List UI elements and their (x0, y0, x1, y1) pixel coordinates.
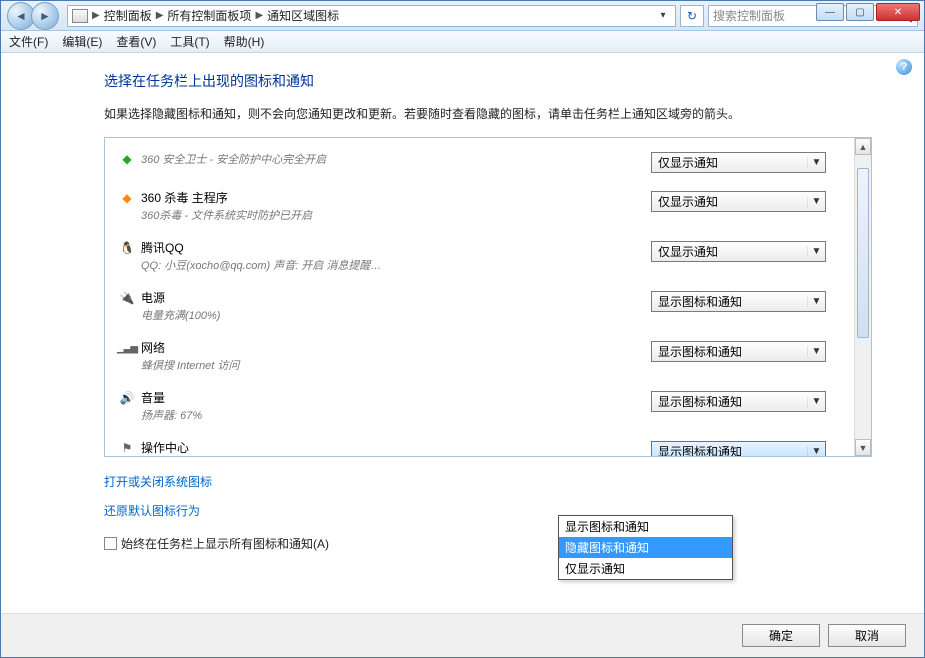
item-subtitle: 360 安全卫士 - 安全防护中心完全开启 (141, 151, 391, 167)
control-panel-icon (72, 9, 88, 23)
links-section: 打开或关闭系统图标 还原默认图标行为 (104, 473, 872, 531)
list-item: ⚑操作中心解决 PC 问题 1 条重要消息 总共 2 条消息显示图标和通知▼ (113, 433, 851, 456)
dropdown-option[interactable]: 隐藏图标和通知 (559, 537, 732, 558)
address-dropdown-icon[interactable]: ▾ (655, 10, 671, 21)
address-wrap: ▶ 控制面板 ▶ 所有控制面板项 ▶ 通知区域图标 ▾ ↻ 搜索控制面板 🔍 (67, 5, 918, 27)
breadcrumb-item[interactable]: 控制面板 (104, 7, 152, 24)
behavior-combo[interactable]: 显示图标和通知 ▼ (651, 391, 826, 412)
menu-view[interactable]: 查看(V) (116, 33, 156, 50)
close-button[interactable]: ✕ (876, 3, 920, 21)
plug-icon: 🔌 (119, 290, 135, 306)
window-controls: — ▢ ✕ (816, 3, 920, 21)
icon-list-frame: ◆360 安全卫士 - 安全防护中心完全开启仅显示通知▼◆360 杀毒 主程序3… (104, 137, 872, 457)
minimize-button[interactable]: — (816, 3, 844, 21)
menu-tools[interactable]: 工具(T) (170, 33, 209, 50)
combo-value: 仅显示通知 (658, 154, 718, 171)
item-title: 电源 (141, 289, 651, 306)
scroll-up-button[interactable]: ▲ (855, 138, 871, 155)
menu-file[interactable]: 文件(F) (9, 33, 48, 50)
dropdown-option[interactable]: 仅显示通知 (559, 558, 732, 579)
qq-icon: 🐧 (119, 240, 135, 256)
chevron-right-icon: ▶ (156, 10, 164, 21)
content-area: ? 选择在任务栏上出现的图标和通知 如果选择隐藏图标和通知，则不会向您通知更改和… (1, 53, 924, 613)
dropdown-option[interactable]: 显示图标和通知 (559, 516, 732, 537)
always-show-row: 始终在任务栏上显示所有图标和通知(A) (104, 535, 872, 552)
item-title: 网络 (141, 339, 651, 356)
item-subtitle: 蜂倶搜 Internet 访问 (141, 357, 391, 373)
menu-help[interactable]: 帮助(H) (224, 33, 265, 50)
list-item: ▁▃▅ 网络蜂倶搜 Internet 访问 显示图标和通知 ▼ (113, 333, 851, 383)
cancel-button[interactable]: 取消 (828, 624, 906, 647)
address-bar[interactable]: ▶ 控制面板 ▶ 所有控制面板项 ▶ 通知区域图标 ▾ (67, 5, 676, 27)
bars-icon: ▁▃▅ (119, 340, 135, 356)
chevron-right-icon: ▶ (92, 10, 100, 21)
item-title: 音量 (141, 389, 651, 406)
combo-value: 显示图标和通知 (658, 443, 742, 456)
chevron-down-icon: ▼ (807, 296, 825, 307)
nav-back-forward: ◄ ► (7, 2, 59, 30)
combo-value: 显示图标和通知 (658, 293, 742, 310)
always-show-checkbox[interactable] (104, 537, 117, 550)
combo-value: 仅显示通知 (658, 243, 718, 260)
refresh-button[interactable]: ↻ (680, 5, 704, 27)
titlebar: ◄ ► ▶ 控制面板 ▶ 所有控制面板项 ▶ 通知区域图标 ▾ ↻ 搜索控制面板… (1, 1, 924, 31)
item-title: 操作中心 (141, 439, 651, 456)
menu-edit[interactable]: 编辑(E) (62, 33, 102, 50)
list-item: 🔌 电源电量充满(100%) 显示图标和通知 ▼ (113, 283, 851, 333)
dialog-footer: 确定 取消 (1, 613, 924, 657)
scroll-down-button[interactable]: ▼ (855, 439, 871, 456)
combo-value: 显示图标和通知 (658, 343, 742, 360)
item-subtitle: 360杀毒 - 文件系统实时防护已开启 (141, 207, 391, 223)
item-title: 腾讯QQ (141, 239, 651, 256)
page-description: 如果选择隐藏图标和通知，则不会向您通知更改和更新。若要随时查看隐藏的图标，请单击… (104, 105, 872, 123)
item-subtitle: 扬声器: 67% (141, 407, 391, 423)
ok-button[interactable]: 确定 (742, 624, 820, 647)
item-subtitle: 电量充满(100%) (141, 307, 391, 323)
breadcrumb-item[interactable]: 所有控制面板项 (167, 7, 251, 24)
chevron-down-icon: ▼ (807, 396, 825, 407)
list-item: 🐧 腾讯QQQQ: 小豆(xocho@qq.com) 声音: 开启 消息提醒… 仅显… (113, 233, 851, 283)
control-panel-window: ◄ ► ▶ 控制面板 ▶ 所有控制面板项 ▶ 通知区域图标 ▾ ↻ 搜索控制面板… (0, 0, 925, 658)
behavior-combo[interactable]: 仅显示通知 ▼ (651, 152, 826, 173)
chevron-down-icon: ▼ (807, 246, 825, 257)
forward-button[interactable]: ► (31, 2, 59, 30)
always-show-label: 始终在任务栏上显示所有图标和通知(A) (121, 535, 329, 552)
speaker-icon: 🔊 (119, 390, 135, 406)
list-item: ◆ 360 安全卫士 - 安全防护中心完全开启 仅显示通知 ▼ (113, 144, 851, 183)
link-restore-defaults[interactable]: 还原默认图标行为 (104, 502, 200, 519)
help-icon[interactable]: ? (896, 59, 912, 75)
behavior-combo[interactable]: 显示图标和通知 ▼ (651, 341, 826, 362)
scrollbar[interactable]: ▲ ▼ (854, 138, 871, 456)
combo-value: 仅显示通知 (658, 193, 718, 210)
behavior-combo[interactable]: 仅显示通知 ▼ (651, 191, 826, 212)
behavior-combo[interactable]: 显示图标和通知 ▼ (651, 441, 826, 456)
behavior-combo[interactable]: 仅显示通知 ▼ (651, 241, 826, 262)
flag-icon: ⚑ (119, 440, 135, 456)
list-item: ◆ 360 杀毒 主程序360杀毒 - 文件系统实时防护已开启 仅显示通知 ▼ (113, 183, 851, 233)
behavior-dropdown-panel[interactable]: 显示图标和通知隐藏图标和通知仅显示通知 (558, 515, 733, 580)
maximize-button[interactable]: ▢ (846, 3, 874, 21)
breadcrumb-item[interactable]: 通知区域图标 (267, 7, 339, 24)
shield-orange-icon: ◆ (119, 190, 135, 206)
chevron-down-icon: ▼ (807, 196, 825, 207)
scroll-thumb[interactable] (857, 168, 869, 338)
behavior-combo[interactable]: 显示图标和通知 ▼ (651, 291, 826, 312)
icon-list: ◆360 安全卫士 - 安全防护中心完全开启仅显示通知▼◆360 杀毒 主程序3… (105, 138, 871, 456)
chevron-down-icon: ▼ (807, 346, 825, 357)
chevron-down-icon: ▼ (807, 446, 825, 456)
combo-value: 显示图标和通知 (658, 393, 742, 410)
page-title: 选择在任务栏上出现的图标和通知 (104, 71, 872, 91)
item-title: 360 杀毒 主程序 (141, 189, 651, 206)
menu-bar: 文件(F) 编辑(E) 查看(V) 工具(T) 帮助(H) (1, 31, 924, 53)
chevron-right-icon: ▶ (255, 10, 263, 21)
shield-green-icon: ◆ (119, 151, 135, 167)
link-toggle-system-icons[interactable]: 打开或关闭系统图标 (104, 473, 212, 490)
search-placeholder: 搜索控制面板 (713, 7, 785, 24)
list-item: 🔊 音量扬声器: 67% 显示图标和通知 ▼ (113, 383, 851, 433)
item-subtitle: QQ: 小豆(xocho@qq.com) 声音: 开启 消息提醒… (141, 257, 391, 273)
chevron-down-icon: ▼ (807, 157, 825, 168)
